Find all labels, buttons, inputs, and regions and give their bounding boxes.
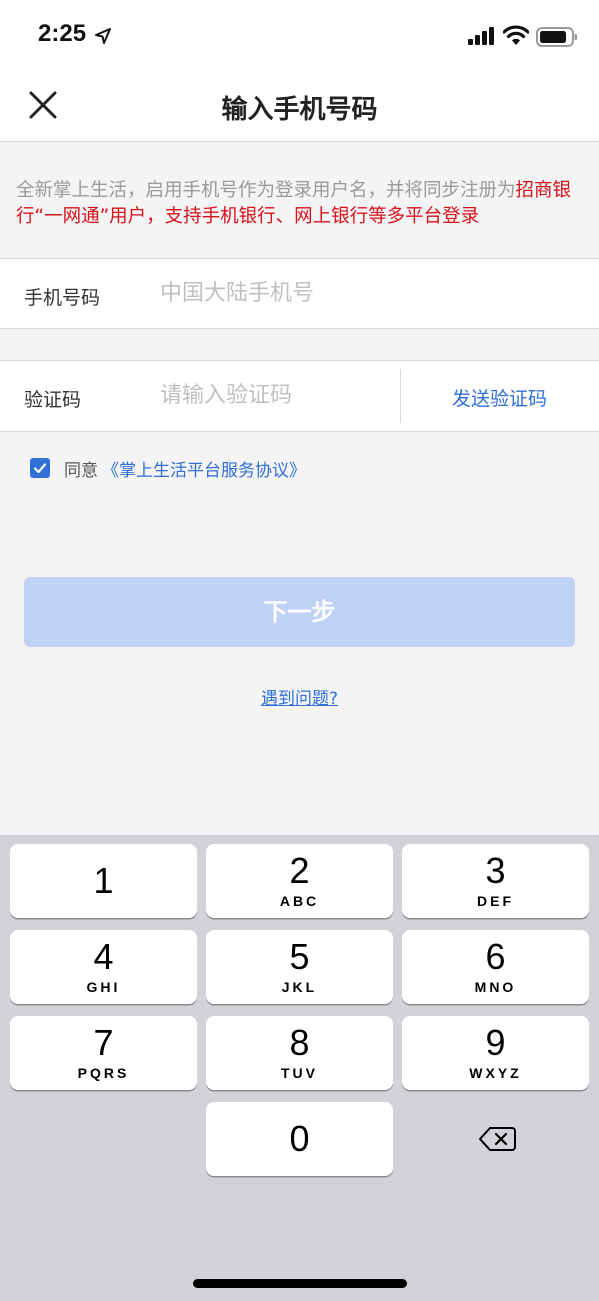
page-title: 输入手机号码 bbox=[221, 95, 378, 125]
key-digit: 9 bbox=[485, 1022, 506, 1063]
key-2[interactable]: 2 ABC bbox=[206, 844, 393, 918]
key-7[interactable]: 7 PQRS bbox=[10, 1016, 197, 1090]
key-letters: JKL bbox=[281, 979, 318, 995]
next-button[interactable]: 下一步 bbox=[24, 577, 575, 647]
notice-text: 全新掌上生活，启用手机号作为登录用户名，并将同步注册为招商银行“一网通”用户，支… bbox=[16, 178, 576, 230]
key-letters: PQRS bbox=[77, 1065, 130, 1081]
key-digit: 7 bbox=[93, 1022, 114, 1063]
code-label: 验证码 bbox=[24, 389, 82, 411]
backspace-icon bbox=[479, 1127, 516, 1151]
agreement-prefix: 同意 bbox=[64, 461, 98, 481]
nav-bar: 输入手机号码 bbox=[0, 70, 599, 142]
key-letters: DEF bbox=[477, 893, 514, 909]
key-digit: 1 bbox=[93, 860, 114, 901]
code-field-row: 验证码 发送验证码 bbox=[0, 360, 599, 432]
phone-label: 手机号码 bbox=[24, 287, 101, 309]
key-5[interactable]: 5 JKL bbox=[206, 930, 393, 1004]
battery-icon bbox=[536, 27, 577, 47]
help-link[interactable]: 遇到问题? bbox=[0, 684, 599, 709]
key-letters: MNO bbox=[474, 979, 517, 995]
key-digit: 6 bbox=[485, 936, 506, 977]
key-digit: 3 bbox=[485, 850, 506, 891]
key-0[interactable]: 0 bbox=[206, 1102, 393, 1176]
key-8[interactable]: 8 TUV bbox=[206, 1016, 393, 1090]
key-3[interactable]: 3 DEF bbox=[402, 844, 589, 918]
key-digit: 8 bbox=[289, 1022, 310, 1063]
send-code-button[interactable]: 发送验证码 bbox=[400, 384, 599, 411]
key-1[interactable]: 1 bbox=[10, 844, 197, 918]
key-digit: 0 bbox=[289, 1118, 310, 1159]
status-bar: 2:25 bbox=[0, 0, 599, 70]
key-letters: WXYZ bbox=[469, 1065, 522, 1081]
status-time: 2:25 bbox=[38, 20, 87, 47]
key-digit: 2 bbox=[289, 850, 310, 891]
notice-gray: 全新掌上生活，启用手机号作为登录用户名，并将同步注册为 bbox=[16, 180, 516, 201]
key-4[interactable]: 4 GHI bbox=[10, 930, 197, 1004]
agreement-link[interactable]: 《掌上生活平台服务协议》 bbox=[102, 456, 306, 481]
key-9[interactable]: 9 WXYZ bbox=[402, 1016, 589, 1090]
agreement-checkbox[interactable] bbox=[30, 458, 50, 478]
key-letters: GHI bbox=[86, 979, 121, 995]
key-6[interactable]: 6 MNO bbox=[402, 930, 589, 1004]
location-arrow-icon bbox=[95, 28, 111, 44]
home-indicator bbox=[193, 1279, 407, 1288]
key-digit: 5 bbox=[289, 936, 310, 977]
key-letters: ABC bbox=[279, 893, 320, 909]
delete-key[interactable] bbox=[402, 1102, 589, 1176]
cellular-signal-icon bbox=[468, 27, 494, 45]
wifi-icon bbox=[503, 25, 529, 45]
phone-input[interactable] bbox=[160, 275, 390, 311]
phone-field-row: 手机号码 bbox=[0, 258, 599, 329]
key-letters: TUV bbox=[281, 1065, 318, 1081]
checkmark-icon bbox=[33, 463, 47, 474]
code-input[interactable] bbox=[160, 377, 390, 413]
key-digit: 4 bbox=[93, 936, 114, 977]
